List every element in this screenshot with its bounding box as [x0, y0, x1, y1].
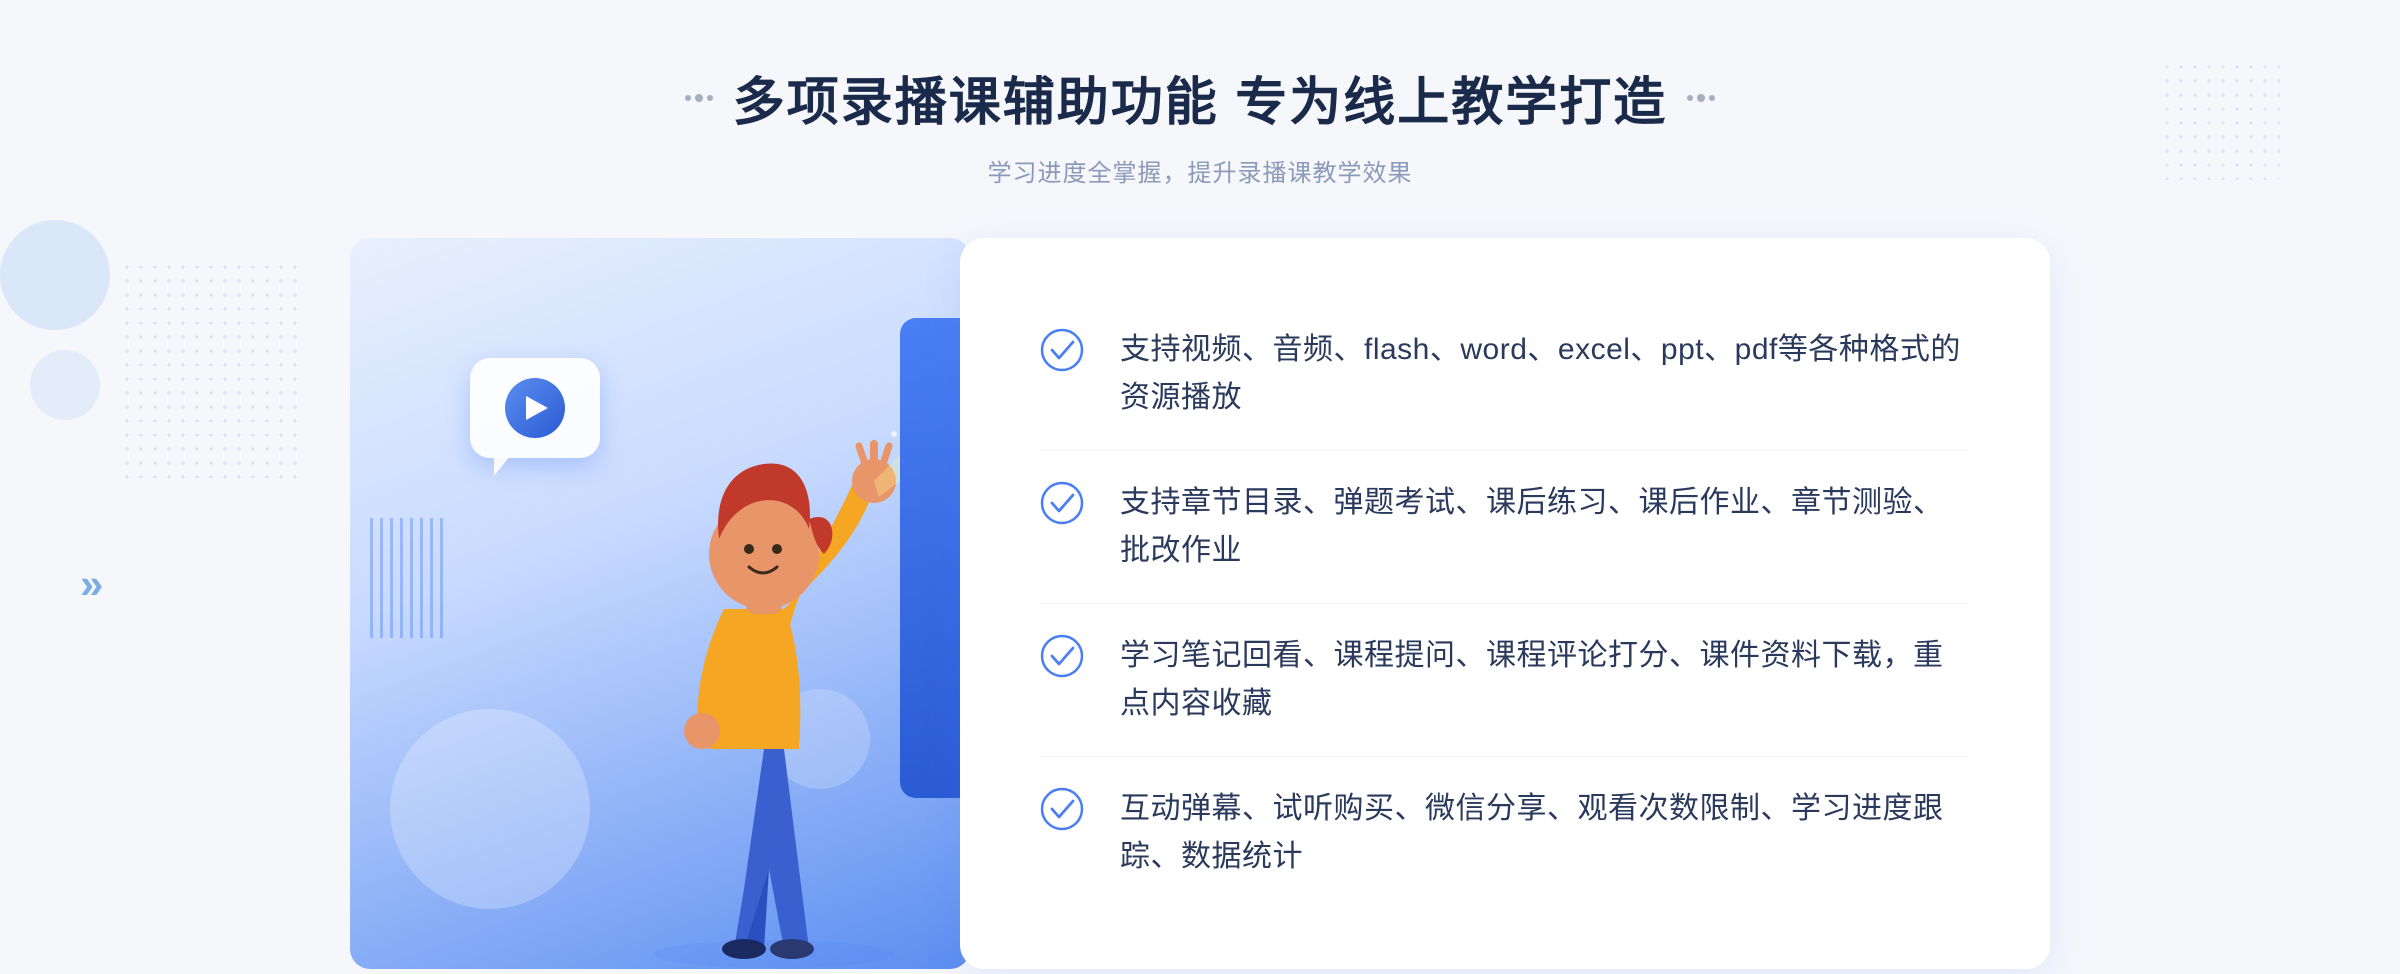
subtitle: 学习进度全掌握，提升录播课教学效果	[685, 153, 1715, 188]
check-circle-icon-4	[1040, 787, 1084, 831]
stripe-decoration	[370, 518, 450, 638]
main-title: 多项录播课辅助功能 专为线上教学打造	[733, 60, 1667, 135]
page-wrapper: » 多项录播课辅助功能 专为线上教学打造 学习进度全掌握，提升录播课教学效果	[0, 0, 2400, 974]
feature-text-4: 互动弹幕、试听购买、微信分享、观看次数限制、学习进度跟踪、数据统计	[1120, 785, 1970, 881]
feature-text-3: 学习笔记回看、课程提问、课程评论打分、课件资料下载，重点内容收藏	[1120, 632, 1970, 728]
feature-item-1: 支持视频、音频、flash、word、excel、ppt、pdf等各种格式的资源…	[1040, 298, 1970, 451]
feature-text-2: 支持章节目录、弹题考试、课后练习、课后作业、章节测验、批改作业	[1120, 479, 1970, 575]
left-circle-bottom	[30, 350, 100, 420]
feature-item-2: 支持章节目录、弹题考试、课后练习、课后作业、章节测验、批改作业	[1040, 451, 1970, 604]
dots-decoration-left	[120, 260, 300, 480]
chevron-left-icon: »	[80, 560, 103, 608]
header-title-row: 多项录播课辅助功能 专为线上教学打造	[685, 60, 1715, 135]
title-decorator-left	[685, 94, 713, 102]
header-section: 多项录播课辅助功能 专为线上教学打造 学习进度全掌握，提升录播课教学效果	[685, 60, 1715, 188]
check-circle-icon-1	[1040, 328, 1084, 372]
feature-text-1: 支持视频、音频、flash、word、excel、ppt、pdf等各种格式的资源…	[1120, 326, 1970, 422]
main-content: 支持视频、音频、flash、word、excel、ppt、pdf等各种格式的资源…	[350, 238, 2050, 969]
check-circle-icon-3	[1040, 634, 1084, 678]
feature-item-3: 学习笔记回看、课程提问、课程评论打分、课件资料下载，重点内容收藏	[1040, 604, 1970, 757]
feature-item-4: 互动弹幕、试听购买、微信分享、观看次数限制、学习进度跟踪、数据统计	[1040, 757, 1970, 909]
deco-circle-large	[390, 709, 590, 909]
dots-decoration-right	[2160, 60, 2280, 180]
illustration-card	[350, 238, 970, 969]
title-decorator-right	[1687, 94, 1715, 102]
features-card: 支持视频、音频、flash、word、excel、ppt、pdf等各种格式的资源…	[960, 238, 2050, 969]
check-circle-icon-2	[1040, 481, 1084, 525]
left-circle-top	[0, 220, 110, 330]
features-list: 支持视频、音频、flash、word、excel、ppt、pdf等各种格式的资源…	[1040, 298, 1970, 909]
play-bubble	[470, 358, 600, 458]
play-button-icon	[505, 378, 565, 438]
